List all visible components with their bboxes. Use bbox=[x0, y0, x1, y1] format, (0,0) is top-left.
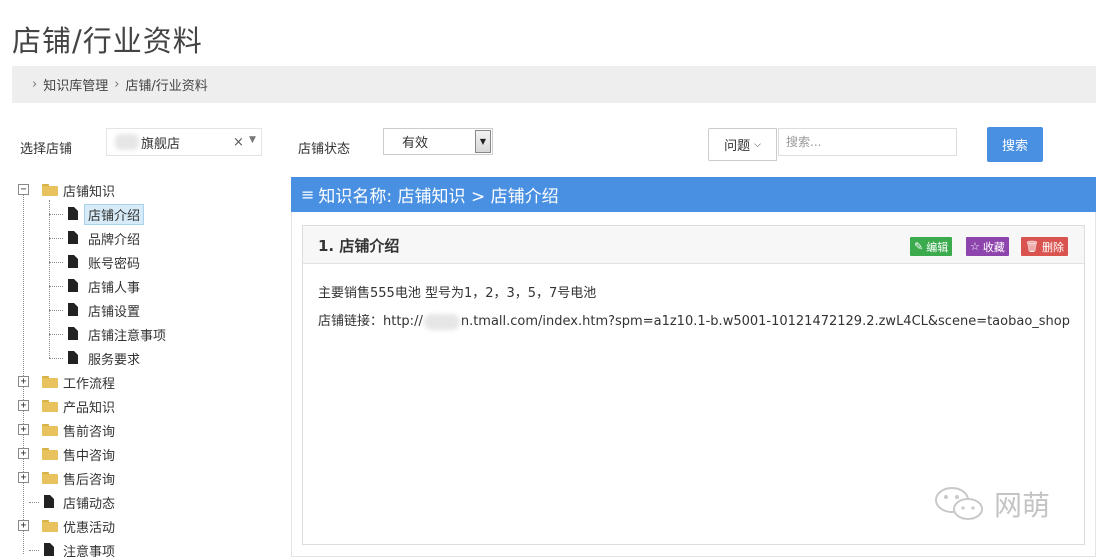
chevron-right-icon: › bbox=[32, 77, 38, 92]
store-select-value: 旗舰店 bbox=[141, 136, 181, 152]
caret-down-icon[interactable]: ▼ bbox=[249, 135, 256, 145]
store-select-label: 选择店铺 bbox=[20, 142, 73, 157]
edit-icon: ✎ bbox=[914, 240, 924, 253]
tree-node-promotions[interactable]: 优惠活动 bbox=[63, 517, 115, 536]
tree-node-brand-intro[interactable]: 品牌介绍 bbox=[88, 229, 140, 248]
tree-node-notes[interactable]: 注意事项 bbox=[63, 541, 115, 557]
collapse-toggle[interactable]: − bbox=[18, 184, 29, 195]
tree-node-insale[interactable]: 售中咨询 bbox=[63, 445, 115, 464]
redacted-text bbox=[423, 313, 460, 330]
delete-button-label: 删除 bbox=[1041, 240, 1064, 254]
store-link-prefix: 店铺链接：http:// bbox=[318, 314, 423, 329]
edit-button[interactable]: ✎ 编辑 bbox=[910, 237, 953, 256]
store-link-suffix[interactable]: n.tmall.com/index.htm?spm=a1z10.1-b.w500… bbox=[461, 314, 1070, 329]
folder-icon bbox=[42, 472, 58, 484]
store-select[interactable]: 旗舰店 × ▼ bbox=[106, 128, 262, 156]
file-icon bbox=[68, 327, 78, 340]
file-icon bbox=[44, 543, 54, 556]
file-icon bbox=[68, 207, 78, 220]
tree-node-store-settings[interactable]: 店铺设置 bbox=[88, 301, 140, 320]
expand-toggle[interactable]: + bbox=[18, 376, 29, 387]
breadcrumb: › 知识库管理 › 店铺/行业资料 bbox=[12, 66, 1096, 103]
tree-node-presale[interactable]: 售前咨询 bbox=[63, 421, 115, 440]
edit-button-label: 编辑 bbox=[926, 240, 949, 254]
folder-icon bbox=[42, 520, 58, 532]
breadcrumb-item-current: 店铺/行业资料 bbox=[125, 79, 208, 94]
folder-icon bbox=[42, 376, 58, 388]
folder-icon bbox=[42, 424, 58, 436]
store-status-select[interactable]: 有效 ▼ bbox=[383, 128, 493, 155]
file-icon bbox=[68, 279, 78, 292]
store-status-label: 店铺状态 bbox=[298, 142, 351, 157]
folder-icon bbox=[42, 448, 58, 460]
tree-node-account-password[interactable]: 账号密码 bbox=[88, 253, 140, 272]
tree-node-store-personnel[interactable]: 店铺人事 bbox=[88, 277, 140, 296]
search-button[interactable]: 搜索 bbox=[987, 127, 1043, 162]
tree-node-store-news[interactable]: 店铺动态 bbox=[63, 493, 115, 512]
star-icon: ☆ bbox=[970, 240, 980, 253]
file-icon bbox=[68, 255, 78, 268]
file-icon bbox=[44, 495, 54, 508]
tree-node-workflow[interactable]: 工作流程 bbox=[63, 373, 115, 392]
folder-icon bbox=[42, 184, 58, 196]
card-header: 1. 店铺介绍 ✎ 编辑 ☆ 收藏 🗑 删除 bbox=[303, 226, 1084, 264]
delete-button[interactable]: 🗑 删除 bbox=[1021, 237, 1068, 256]
tree-node-service-requirements[interactable]: 服务要求 bbox=[88, 349, 140, 368]
favorite-button-label: 收藏 bbox=[982, 240, 1005, 254]
question-type-dropdown[interactable]: 问题 ⌵ bbox=[708, 128, 777, 161]
panel-header: ≡ 知识名称: 店铺知识 > 店铺介绍 bbox=[291, 177, 1096, 212]
tree-node-aftersale[interactable]: 售后咨询 bbox=[63, 469, 115, 488]
clear-icon[interactable]: × bbox=[233, 135, 244, 150]
watermark: 网萌 bbox=[932, 484, 1050, 524]
file-icon bbox=[68, 351, 78, 364]
card-title: 1. 店铺介绍 bbox=[318, 237, 400, 255]
breadcrumb-item-knowledge-base[interactable]: 知识库管理 bbox=[43, 75, 108, 94]
store-status-value: 有效 bbox=[402, 136, 429, 151]
expand-toggle[interactable]: + bbox=[18, 448, 29, 459]
card-text-line-1: 主要销售555电池 型号为1，2，3，5，7号电池 bbox=[318, 286, 597, 301]
file-icon bbox=[68, 303, 78, 316]
chevron-down-icon: ⌵ bbox=[754, 139, 761, 150]
tree-node-product-knowledge[interactable]: 产品知识 bbox=[63, 397, 115, 416]
question-type-label: 问题 bbox=[724, 139, 751, 154]
favorite-button[interactable]: ☆ 收藏 bbox=[966, 237, 1009, 256]
expand-toggle[interactable]: + bbox=[18, 520, 29, 531]
trash-icon: 🗑 bbox=[1025, 240, 1039, 253]
search-input[interactable] bbox=[778, 128, 957, 156]
dropdown-arrow-icon[interactable]: ▼ bbox=[475, 130, 491, 153]
chevron-right-icon: › bbox=[114, 77, 120, 92]
wechat-icon bbox=[935, 487, 983, 520]
expand-toggle[interactable]: + bbox=[18, 424, 29, 435]
redacted-text bbox=[115, 134, 139, 150]
knowledge-tree: − 店铺知识 店铺介绍 品牌介绍 账号密码 店铺人事 店铺设置 店铺注意事项 服… bbox=[0, 176, 290, 557]
menu-bars-icon: ≡ bbox=[301, 185, 315, 204]
file-icon bbox=[68, 231, 78, 244]
expand-toggle[interactable]: + bbox=[18, 472, 29, 483]
expand-toggle[interactable]: + bbox=[18, 400, 29, 411]
tree-node-store-notes[interactable]: 店铺注意事项 bbox=[88, 325, 166, 344]
tree-node-store-intro[interactable]: 店铺介绍 bbox=[84, 204, 145, 225]
card-text-line-2: 店铺链接：http:// n.tmall.com/index.htm?spm=a1… bbox=[318, 310, 1070, 330]
page-title: 店铺/行业资料 bbox=[12, 24, 203, 58]
folder-icon bbox=[42, 400, 58, 412]
tree-node-store-knowledge[interactable]: 店铺知识 bbox=[63, 181, 115, 200]
panel-header-title: 知识名称: 店铺知识 > 店铺介绍 bbox=[318, 187, 559, 207]
watermark-text: 网萌 bbox=[994, 489, 1051, 522]
